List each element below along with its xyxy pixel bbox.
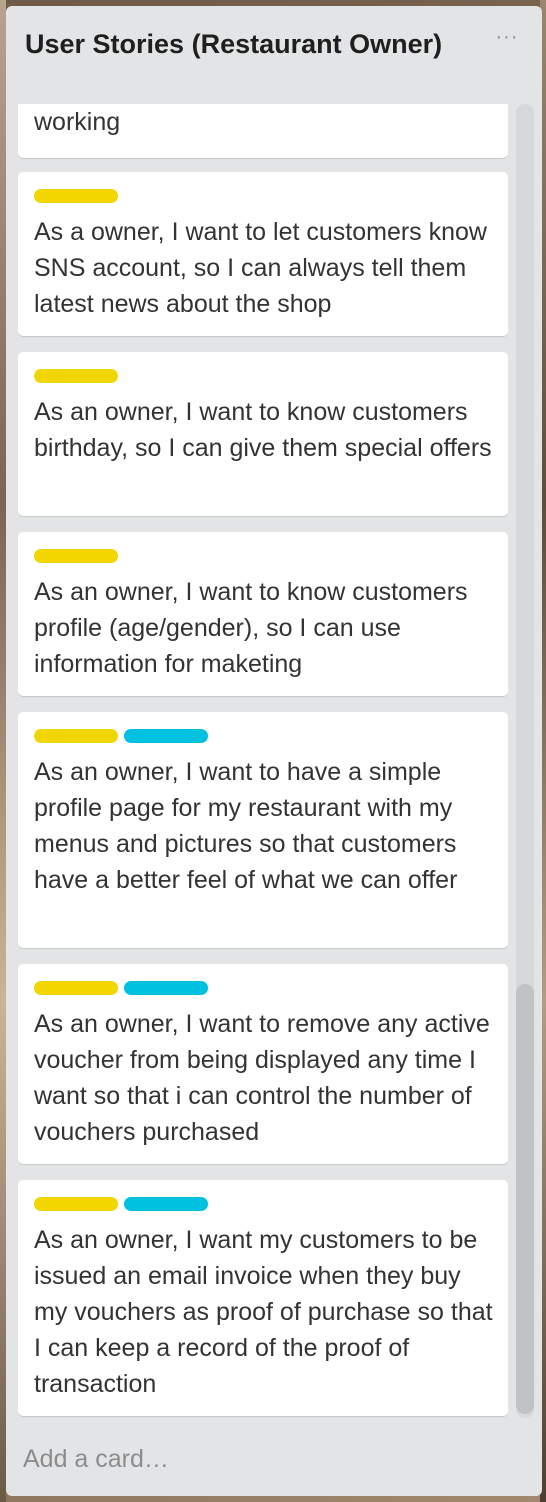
scrollbar-thumb[interactable] <box>516 984 534 1414</box>
label-blue <box>124 729 208 743</box>
label-yellow <box>34 729 118 743</box>
list-header: User Stories (Restaurant Owner) ··· <box>6 6 542 104</box>
label-blue <box>124 981 208 995</box>
card[interactable]: As an owner, I want to know customers bi… <box>18 352 508 516</box>
card[interactable]: As a owner, I want to let customers know… <box>18 172 508 336</box>
card[interactable]: As an owner, I want to know customers pr… <box>18 532 508 696</box>
card[interactable]: working <box>18 104 508 158</box>
scrollbar-track[interactable] <box>516 104 534 1418</box>
card-text: As a owner, I want to let customers know… <box>34 218 487 318</box>
list-title[interactable]: User Stories (Restaurant Owner) <box>25 28 465 60</box>
more-horizontal-icon[interactable]: ··· <box>494 27 520 47</box>
cards-container: working As a owner, I want to let custom… <box>6 104 542 1418</box>
card-labels <box>34 1197 208 1211</box>
card-labels <box>34 549 118 563</box>
card-text: As an owner, I want to know customers bi… <box>34 398 492 462</box>
label-yellow <box>34 981 118 995</box>
card[interactable]: As an owner, I want my customers to be i… <box>18 1180 508 1416</box>
card-labels <box>34 981 208 995</box>
label-yellow <box>34 369 118 383</box>
card[interactable]: As an owner, I want to have a simple pro… <box>18 712 508 948</box>
card-text: As an owner, I want to remove any active… <box>34 1010 490 1146</box>
card[interactable]: As an owner, I want to remove any active… <box>18 964 508 1164</box>
label-yellow <box>34 549 118 563</box>
label-yellow <box>34 1197 118 1211</box>
card-text: working <box>34 108 121 136</box>
label-yellow <box>34 189 118 203</box>
card-text: As an owner, I want to know customers pr… <box>34 578 468 678</box>
label-blue <box>124 1197 208 1211</box>
card-text: As an owner, I want my customers to be i… <box>34 1226 493 1398</box>
card-labels <box>34 369 118 383</box>
card-text: As an owner, I want to have a simple pro… <box>34 758 458 894</box>
list-column: User Stories (Restaurant Owner) ··· work… <box>6 6 542 1496</box>
card-labels <box>34 729 208 743</box>
card-labels <box>34 189 118 203</box>
add-card-button[interactable]: Add a card… <box>23 1443 169 1475</box>
